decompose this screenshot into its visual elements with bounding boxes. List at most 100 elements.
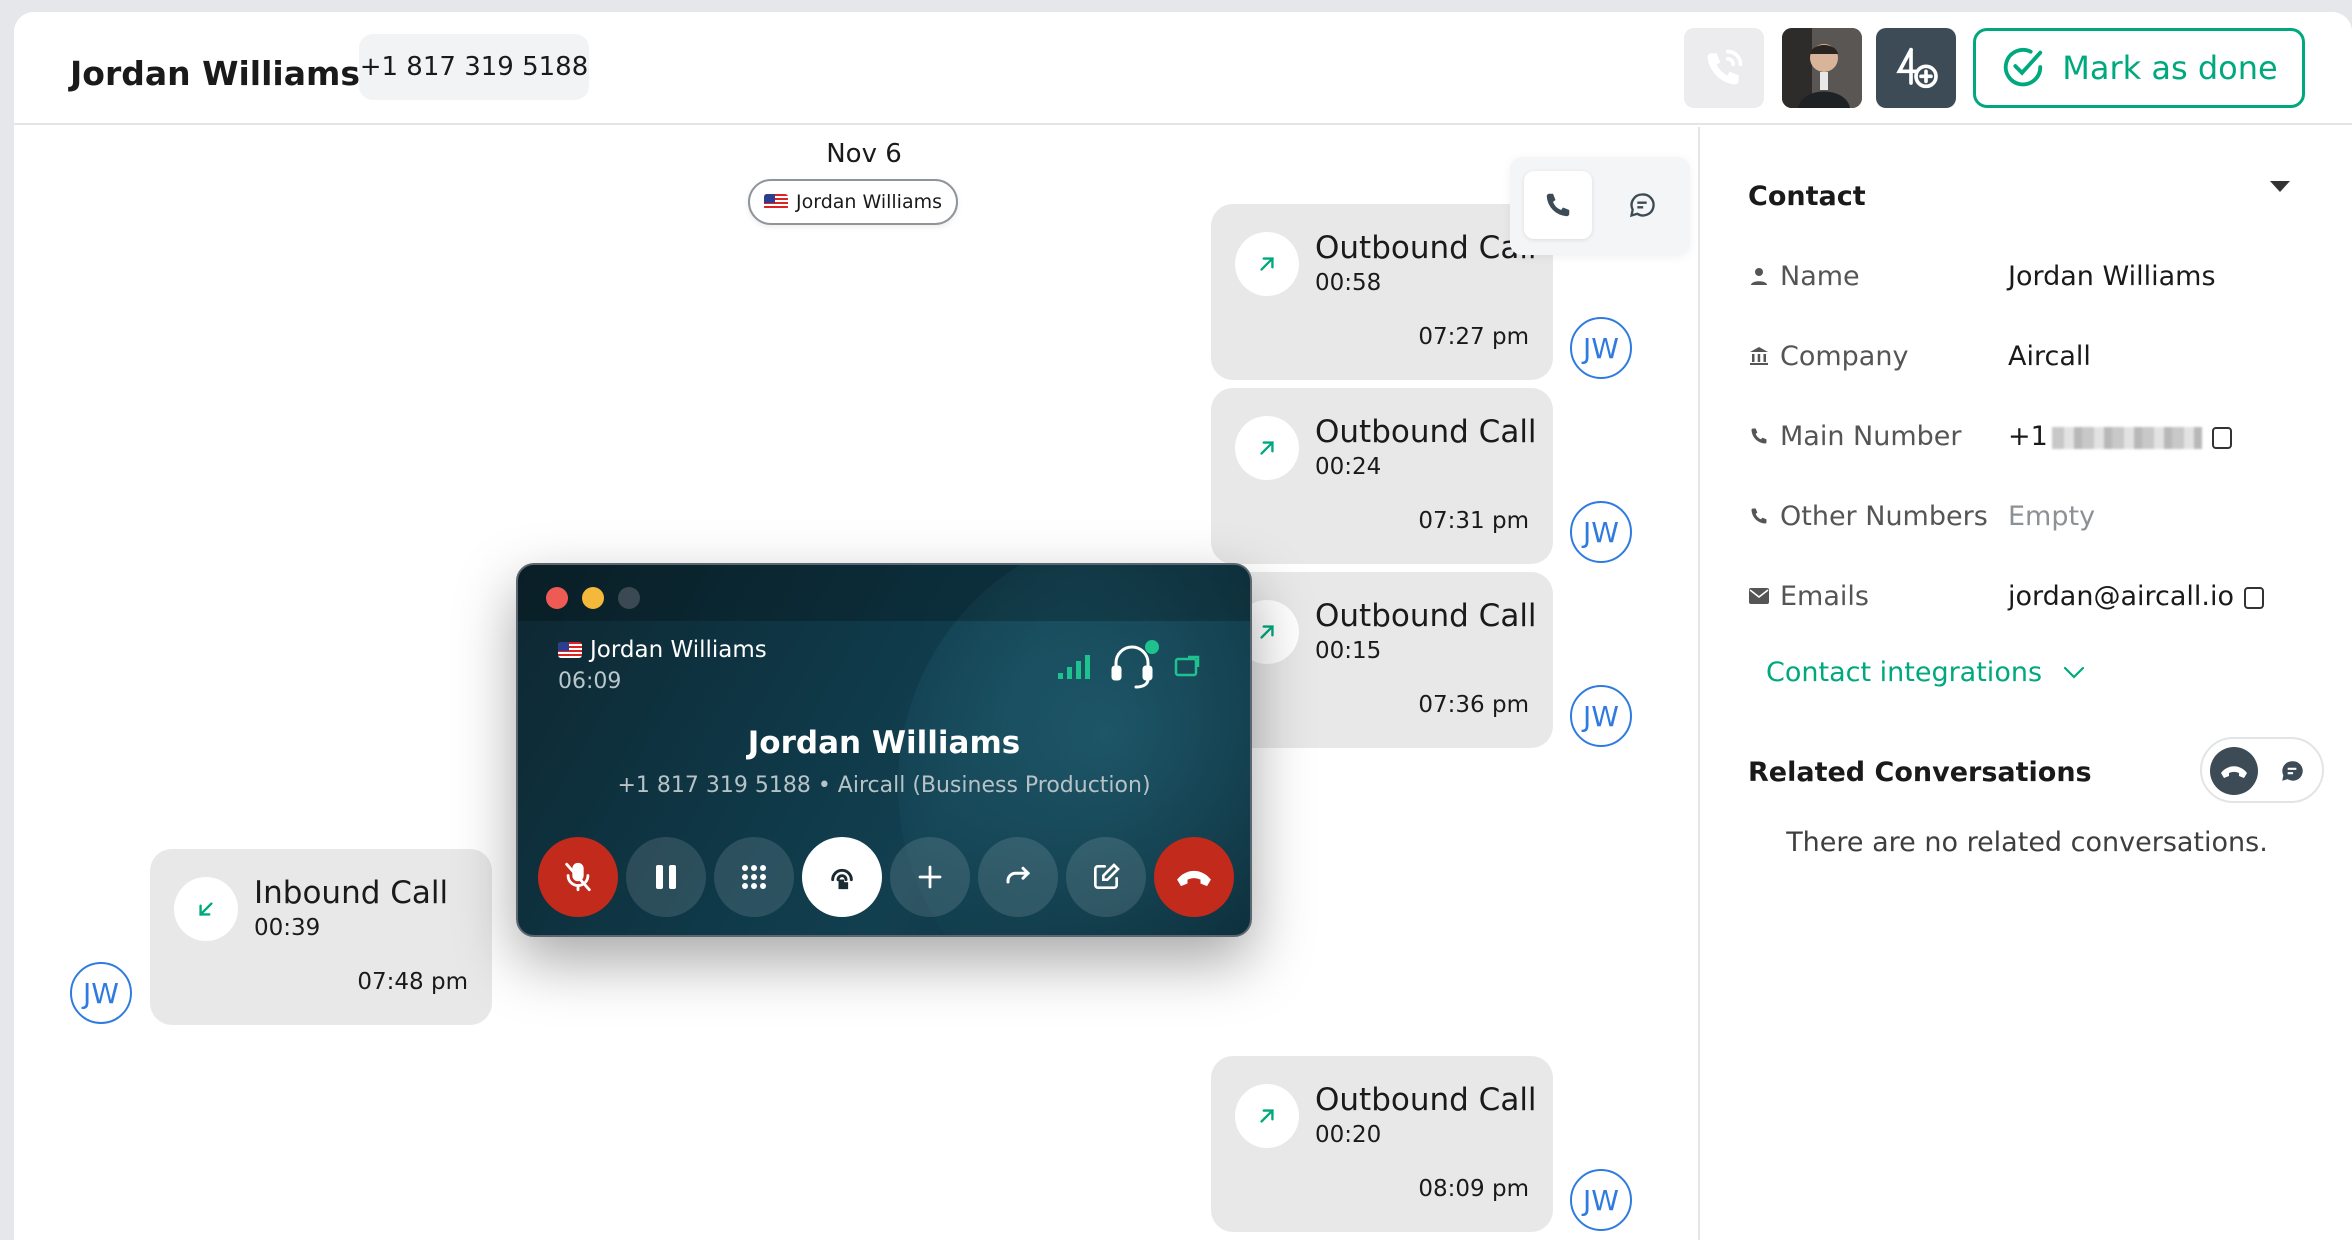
phone-icon: [1546, 193, 1570, 217]
copy-icon[interactable]: [2211, 426, 2232, 449]
pause-icon: [656, 865, 676, 889]
field-value-wrap[interactable]: +1: [2008, 421, 2232, 452]
call-time: 08:09 pm: [1418, 1176, 1529, 1202]
check-circle-icon: [2004, 48, 2043, 87]
person-add-icon: [1896, 47, 1938, 89]
field-value[interactable]: Jordan Williams: [2008, 261, 2216, 292]
add-participant-button[interactable]: [890, 837, 970, 917]
edit-note-icon: [1094, 863, 1120, 889]
contact-chip-label: Jordan Williams: [795, 191, 943, 213]
building-icon: [1748, 345, 1770, 367]
messages-filter-button[interactable]: [1608, 171, 1676, 239]
field-label: Company: [1780, 341, 1909, 372]
field-value: +1: [2008, 421, 2048, 452]
contact-chip[interactable]: Jordan Williams: [748, 179, 958, 225]
assign-teammate-button[interactable]: [1876, 28, 1956, 108]
call-duration: 00:24: [1315, 454, 1382, 480]
copy-icon[interactable]: [2244, 586, 2264, 609]
record-button[interactable]: [802, 837, 882, 917]
call-status-indicators: [1058, 640, 1200, 689]
call-card[interactable]: Outbound Call 00:15 07:36 pm: [1211, 572, 1553, 748]
keypad-icon: [742, 865, 766, 889]
keypad-button[interactable]: [714, 837, 794, 917]
outbound-arrow-icon: [1235, 1084, 1299, 1148]
call-duration: 00:15: [1315, 638, 1382, 664]
call-title: Outbound Call: [1315, 598, 1537, 634]
add-note-button[interactable]: [1066, 837, 1146, 917]
widget-titlebar[interactable]: [518, 565, 1250, 621]
call-time: 07:36 pm: [1418, 692, 1529, 718]
related-messages-button[interactable]: [2268, 747, 2316, 795]
call-card[interactable]: Inbound Call 00:39 07:48 pm: [150, 849, 492, 1025]
assigned-agent-avatar[interactable]: [1782, 28, 1862, 108]
mute-button[interactable]: [538, 837, 618, 917]
phone-calling-icon: [1707, 49, 1743, 85]
calls-filter-button[interactable]: [1524, 171, 1592, 239]
maximize-window-button[interactable]: [618, 587, 640, 609]
field-value[interactable]: Aircall: [2008, 341, 2091, 372]
headset-icon: [1111, 645, 1153, 689]
call-card[interactable]: Outbound Call 00:24 07:31 pm: [1211, 388, 1553, 564]
contact-panel: Contact Name Jordan Williams Company Air…: [1698, 127, 2352, 1240]
conversation-header: Jordan Williams +1 817 319 5188 Mark as …: [14, 12, 2352, 125]
avatar[interactable]: JW: [1570, 317, 1632, 379]
phone-hangup-icon: [1177, 870, 1211, 887]
record-icon: [831, 868, 853, 890]
call-contact-button[interactable]: [1684, 28, 1764, 108]
mark-as-done-label: Mark as done: [2062, 49, 2278, 87]
widget-contact-subtitle: +1 817 319 5188 • Aircall (Business Prod…: [617, 773, 1151, 798]
avatar[interactable]: JW: [1570, 1169, 1632, 1231]
contact-integrations-toggle[interactable]: Contact integrations: [1766, 657, 2086, 688]
field-company: Company Aircall: [1748, 337, 2328, 377]
call-duration: 00:39: [254, 915, 321, 941]
phone-number-pill[interactable]: +1 817 319 5188: [359, 34, 589, 100]
call-time: 07:48 pm: [357, 969, 468, 995]
call-card[interactable]: Outbound Call 00:20 08:09 pm: [1211, 1056, 1553, 1232]
field-label: Other Numbers: [1780, 501, 1988, 532]
phone-hangup-icon: [2221, 766, 2247, 778]
field-main-number: Main Number +1: [1748, 417, 2328, 457]
transfer-button[interactable]: [978, 837, 1058, 917]
avatar[interactable]: JW: [70, 962, 132, 1024]
hang-up-button[interactable]: [1154, 837, 1234, 917]
related-calls-button[interactable]: [2210, 747, 2258, 795]
day-separator: Nov 6: [826, 139, 902, 169]
call-card[interactable]: Outbound Call 00:58 07:27 pm: [1211, 204, 1553, 380]
close-window-button[interactable]: [546, 587, 568, 609]
minimize-window-button[interactable]: [582, 587, 604, 609]
collapse-caret-icon[interactable]: [2270, 181, 2290, 192]
call-title: Outbound Call: [1315, 1082, 1537, 1118]
call-duration: 00:20: [1315, 1122, 1382, 1148]
active-call-widget[interactable]: Jordan Williams 06:09 Jordan Williams +1…: [516, 563, 1252, 937]
outbound-arrow-icon: [1235, 416, 1299, 480]
call-timer: 06:09: [558, 669, 622, 694]
mark-as-done-button[interactable]: Mark as done: [1973, 28, 2305, 108]
chat-bubble-icon: [2282, 761, 2303, 781]
field-value[interactable]: Empty: [2008, 501, 2095, 532]
inbound-arrow-icon: [174, 877, 238, 941]
field-other-numbers: Other Numbers Empty: [1748, 497, 2328, 537]
chevron-down-icon: [2063, 666, 2085, 679]
plus-icon: [918, 865, 942, 889]
chat-bubble-icon: [1629, 193, 1655, 218]
contact-title: Jordan Williams: [70, 54, 361, 93]
call-time: 07:27 pm: [1418, 324, 1529, 350]
field-emails: Emails jordan@aircall.io: [1748, 577, 2328, 617]
hold-button[interactable]: [626, 837, 706, 917]
redacted-number: [2051, 426, 2202, 449]
call-time: 07:31 pm: [1418, 508, 1529, 534]
call-duration: 00:58: [1315, 270, 1382, 296]
field-value-wrap[interactable]: jordan@aircall.io: [2008, 581, 2264, 612]
avatar[interactable]: JW: [1570, 501, 1632, 563]
avatar[interactable]: JW: [1570, 685, 1632, 747]
outbound-arrow-icon: [1235, 232, 1299, 296]
contact-section-title: Contact: [1748, 181, 1866, 212]
channel-toggle: [1510, 157, 1690, 255]
phone-icon: [1748, 505, 1770, 527]
signal-strength-icon: [1058, 655, 1090, 679]
field-label: Main Number: [1780, 421, 1962, 452]
field-label: Emails: [1780, 581, 1869, 612]
field-label: Name: [1780, 261, 1860, 292]
related-conversations-title: Related Conversations: [1748, 757, 2092, 788]
widget-contact-name: Jordan Williams: [747, 725, 1021, 761]
